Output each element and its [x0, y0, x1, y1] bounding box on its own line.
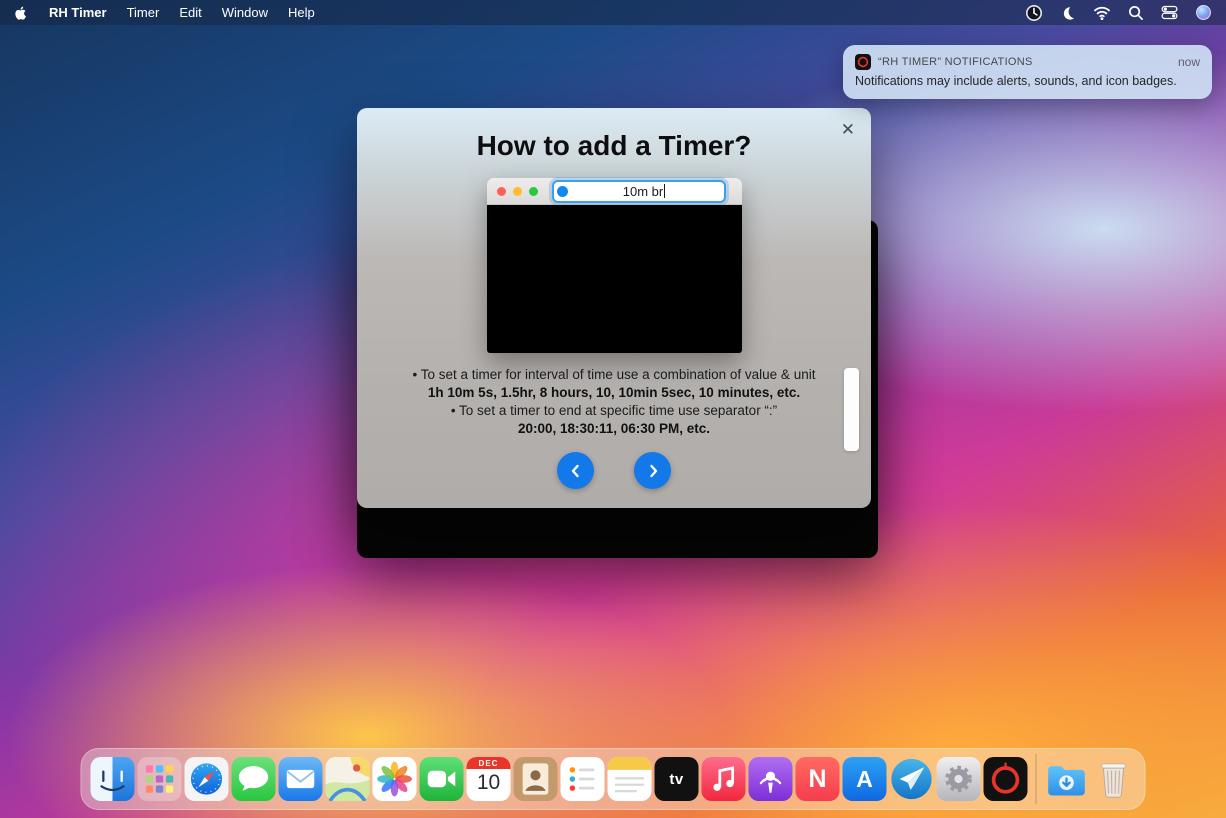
close-icon[interactable]: ✕ [841, 121, 855, 138]
spotlight-search-icon[interactable] [1128, 5, 1144, 21]
wifi-icon[interactable] [1093, 5, 1111, 21]
dock-icon-mail[interactable] [279, 757, 323, 801]
prev-button[interactable] [557, 452, 594, 489]
notification-title: “RH TIMER” NOTIFICATIONS [878, 56, 1171, 68]
dock-icon-music[interactable] [702, 757, 746, 801]
dock-icon-photos[interactable] [373, 757, 417, 801]
demo-window-titlebar: 10m br [487, 178, 742, 205]
traffic-light-close-icon [497, 187, 506, 196]
instructions-text: • To set a timer for interval of time us… [379, 366, 849, 438]
timer-menu-extra-icon[interactable] [1025, 4, 1043, 22]
dock-icon-apple-tv[interactable]: tv [655, 757, 699, 801]
instruction-line: 20:00, 18:30:11, 06:30 PM, etc. [379, 420, 849, 438]
instruction-line: 1h 10m 5s, 1.5hr, 8 hours, 10, 10min 5se… [379, 384, 849, 402]
control-center-icon[interactable] [1161, 4, 1178, 21]
app-store-letter: A [856, 766, 873, 793]
text-caret [664, 184, 665, 198]
timer-input-value: 10m br [623, 184, 663, 199]
notification-banner[interactable]: “RH TIMER” NOTIFICATIONS now Notificatio… [843, 45, 1212, 99]
notification-time: now [1178, 55, 1200, 69]
desktop-wallpaper: RH Timer Timer Edit Window Help [0, 0, 1226, 818]
siri-icon[interactable] [1195, 4, 1212, 21]
dock-icon-maps[interactable] [326, 757, 370, 801]
traffic-light-zoom-icon [529, 187, 538, 196]
notification-body: Notifications may include alerts, sounds… [855, 73, 1200, 89]
menu-bar: RH Timer Timer Edit Window Help [0, 0, 1226, 25]
apple-menu-icon[interactable] [14, 5, 27, 21]
menu-window[interactable]: Window [222, 5, 268, 20]
instruction-line: • To set a timer for interval of time us… [379, 366, 849, 384]
dock-icon-finder[interactable] [91, 757, 135, 801]
instruction-line: • To set a timer to end at specific time… [379, 402, 849, 420]
scrollbar-thumb[interactable] [844, 368, 859, 451]
rh-timer-app-icon [855, 54, 871, 70]
dock-icon-launchpad[interactable] [138, 757, 182, 801]
menu-help[interactable]: Help [288, 5, 315, 20]
news-letter: N [808, 765, 826, 794]
dock-icon-notes[interactable] [608, 757, 652, 801]
dock-separator [1036, 754, 1037, 804]
app-menu-rh-timer[interactable]: RH Timer [49, 5, 107, 20]
dialog-title: How to add a Timer? [357, 108, 871, 162]
next-button[interactable] [634, 452, 671, 489]
dock-icon-news[interactable]: N [796, 757, 840, 801]
tv-logo-text: tv [669, 771, 683, 788]
dock-icon-rh-timer[interactable] [984, 757, 1028, 801]
traffic-light-minimize-icon [513, 187, 522, 196]
timer-input-field: 10m br [552, 180, 726, 203]
notification-header: “RH TIMER” NOTIFICATIONS now [855, 54, 1200, 70]
how-to-add-timer-dialog: How to add a Timer? ✕ 10m br • To set a … [357, 108, 871, 508]
dock-icon-trash[interactable] [1092, 757, 1136, 801]
dock-icon-app-store[interactable]: A [843, 757, 887, 801]
dock-icon-blue-app[interactable] [890, 757, 934, 801]
calendar-month: DEC [467, 757, 511, 769]
do-not-disturb-moon-icon[interactable] [1060, 5, 1076, 21]
dock-icon-facetime[interactable] [420, 757, 464, 801]
demo-window-body [487, 205, 742, 353]
dock-icon-reminders[interactable] [561, 757, 605, 801]
calendar-day: 10 [477, 769, 500, 797]
menu-timer[interactable]: Timer [127, 5, 160, 20]
dock-icon-downloads[interactable] [1045, 757, 1089, 801]
menu-bar-status-area [1025, 4, 1212, 22]
menu-edit[interactable]: Edit [179, 5, 201, 20]
dock-icon-podcasts[interactable] [749, 757, 793, 801]
dock-icon-messages[interactable] [232, 757, 276, 801]
dock-icon-calendar[interactable]: DEC 10 [467, 757, 511, 801]
dock-icon-safari[interactable] [185, 757, 229, 801]
timer-dot-icon [557, 186, 568, 197]
dock: DEC 10 tv N A [81, 748, 1146, 810]
dock-icon-system-preferences[interactable] [937, 757, 981, 801]
dock-icon-contacts[interactable] [514, 757, 558, 801]
dialog-nav [357, 452, 871, 489]
tutorial-demo-window: 10m br [487, 178, 742, 353]
